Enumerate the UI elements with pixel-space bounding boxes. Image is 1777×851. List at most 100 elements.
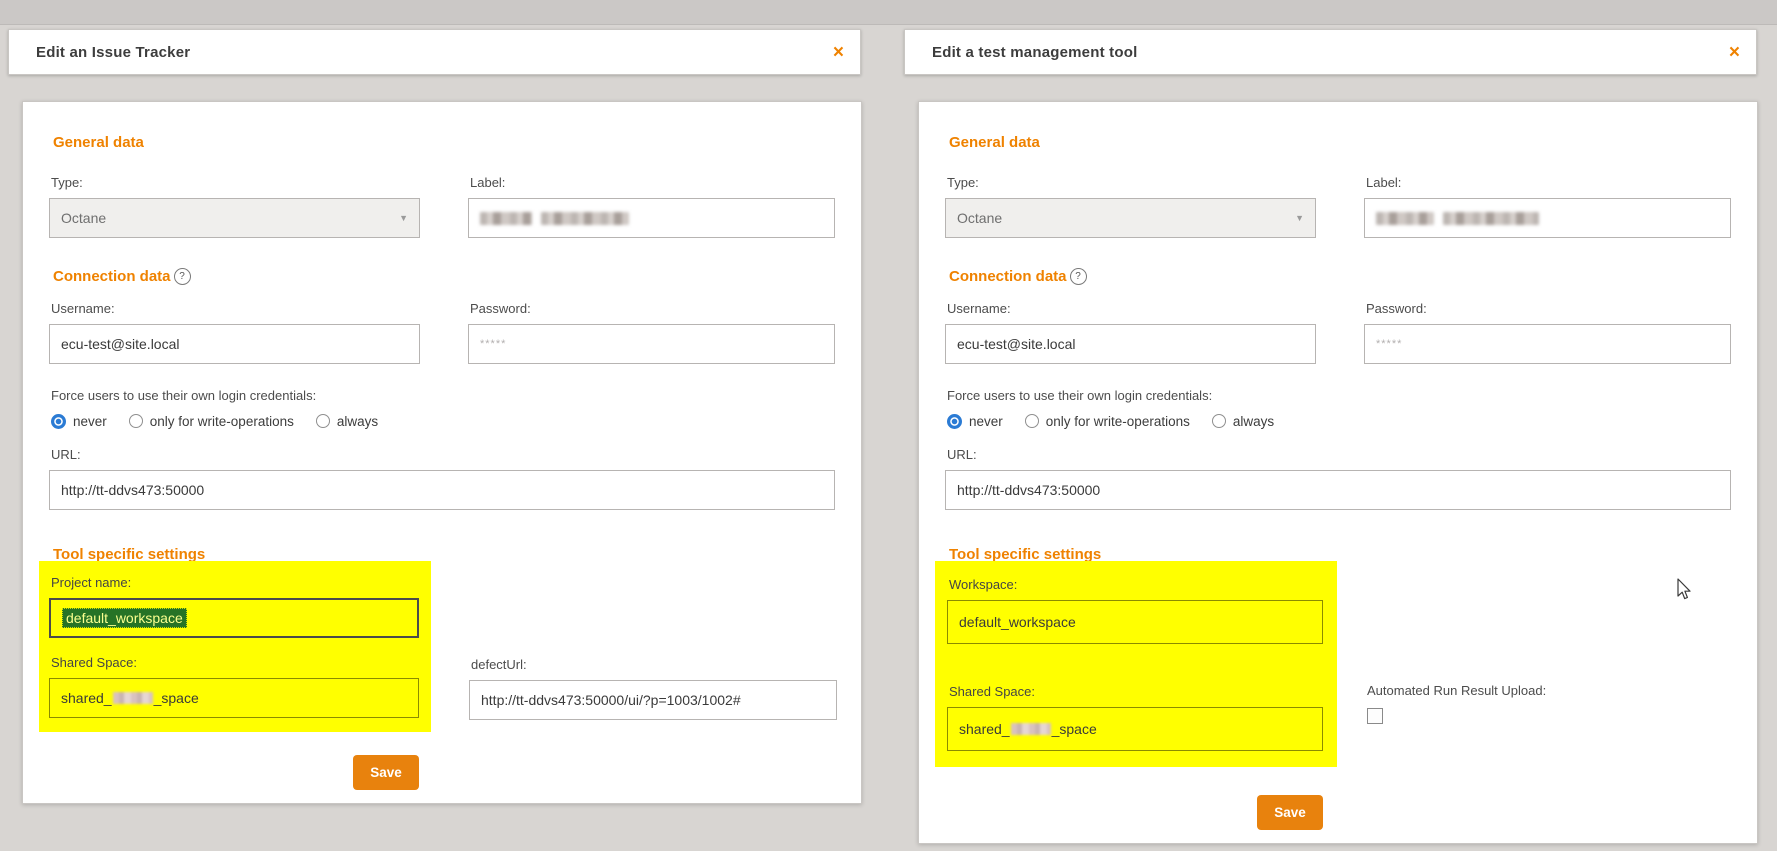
redacted-text — [1376, 212, 1434, 225]
redacted-text — [1443, 212, 1539, 225]
chevron-down-icon: ▼ — [399, 213, 408, 223]
label-input[interactable] — [468, 198, 835, 238]
project-name-value-selected: default_workspace — [62, 608, 187, 628]
defecturl-value: http://tt-ddvs473:50000/ui/?p=1003/1002# — [481, 692, 741, 708]
force-credentials-radio-group: never only for write-operations always — [947, 413, 1731, 429]
redacted-text — [541, 212, 629, 225]
redacted-text — [480, 212, 532, 225]
url-input[interactable]: http://tt-ddvs473:50000 — [945, 470, 1731, 510]
type-label: Type: — [51, 175, 420, 191]
label-label: Label: — [470, 175, 835, 191]
connection-data-heading: Connection data ? — [949, 268, 1731, 285]
label-input[interactable] — [1364, 198, 1731, 238]
workspace-input[interactable]: default_workspace — [947, 600, 1323, 644]
username-value: ecu-test@site.local — [61, 336, 179, 352]
connection-data-heading-text: Connection data — [53, 268, 171, 285]
save-button[interactable]: Save — [353, 755, 419, 790]
url-label: URL: — [947, 447, 1731, 463]
redacted-text — [1011, 723, 1051, 735]
dialog-body: General data Type: Octane ▼ Label: — [918, 101, 1758, 844]
shared-space-prefix: shared_ — [959, 721, 1010, 737]
radio-label: never — [73, 414, 107, 429]
radio-icon — [1025, 414, 1039, 428]
connection-data-heading: Connection data ? — [53, 268, 835, 285]
username-input[interactable]: ecu-test@site.local — [49, 324, 420, 364]
edit-test-management-tool-dialog: Edit a test management tool × General da… — [904, 29, 1757, 844]
desktop-background: Edit an Issue Tracker × General data Typ… — [0, 0, 1777, 851]
chevron-down-icon: ▼ — [1295, 213, 1304, 223]
highlight-block: Project name: default_workspace Shared S… — [39, 561, 431, 732]
shared-space-label: Shared Space: — [51, 655, 421, 671]
automated-run-result-upload-label: Automated Run Result Upload: — [1367, 683, 1733, 699]
url-value: http://tt-ddvs473:50000 — [957, 482, 1100, 498]
password-label: Password: — [470, 301, 835, 317]
general-data-heading: General data — [949, 134, 1731, 151]
radio-selected-icon — [947, 414, 962, 429]
dialog-title: Edit a test management tool — [932, 44, 1137, 61]
dialog-body: General data Type: Octane ▼ Label: — [22, 101, 862, 804]
url-label: URL: — [51, 447, 835, 463]
shared-space-input[interactable]: shared_ _space — [49, 678, 419, 718]
url-input[interactable]: http://tt-ddvs473:50000 — [49, 470, 835, 510]
password-label: Password: — [1366, 301, 1731, 317]
radio-never[interactable]: never — [51, 414, 107, 429]
radio-always[interactable]: always — [1212, 414, 1274, 429]
password-input[interactable]: ***** — [468, 324, 835, 364]
password-placeholder: ***** — [480, 338, 506, 350]
radio-icon — [1212, 414, 1226, 428]
redacted-text — [113, 692, 153, 704]
password-placeholder: ***** — [1376, 338, 1402, 350]
force-credentials-label: Force users to use their own login crede… — [947, 388, 1731, 404]
shared-space-input[interactable]: shared_ _space — [947, 707, 1323, 751]
radio-label: never — [969, 414, 1003, 429]
type-select: Octane ▼ — [49, 198, 420, 238]
project-name-label: Project name: — [51, 575, 421, 591]
radio-icon — [129, 414, 143, 428]
username-input[interactable]: ecu-test@site.local — [945, 324, 1316, 364]
type-select: Octane ▼ — [945, 198, 1316, 238]
radio-label: always — [1233, 414, 1274, 429]
radio-icon — [316, 414, 330, 428]
help-icon[interactable]: ? — [1070, 268, 1087, 285]
workspace-value: default_workspace — [959, 614, 1076, 630]
dialog-header: Edit an Issue Tracker × — [8, 29, 861, 75]
password-input[interactable]: ***** — [1364, 324, 1731, 364]
help-icon[interactable]: ? — [174, 268, 191, 285]
url-value: http://tt-ddvs473:50000 — [61, 482, 204, 498]
mouse-cursor — [1676, 578, 1692, 602]
radio-label: only for write-operations — [150, 414, 294, 429]
shared-space-label: Shared Space: — [949, 684, 1325, 700]
username-value: ecu-test@site.local — [957, 336, 1075, 352]
shared-space-prefix: shared_ — [61, 690, 112, 706]
close-icon[interactable]: × — [1729, 43, 1740, 62]
shared-space-suffix: _space — [1052, 721, 1097, 737]
defecturl-input[interactable]: http://tt-ddvs473:50000/ui/?p=1003/1002# — [469, 680, 837, 720]
radio-never[interactable]: never — [947, 414, 1003, 429]
connection-data-heading-text: Connection data — [949, 268, 1067, 285]
username-label: Username: — [51, 301, 420, 317]
username-label: Username: — [947, 301, 1316, 317]
radio-always[interactable]: always — [316, 414, 378, 429]
type-value: Octane — [957, 210, 1002, 226]
automated-run-result-upload-checkbox[interactable] — [1367, 708, 1383, 724]
shared-space-suffix: _space — [154, 690, 199, 706]
top-strip — [0, 0, 1777, 25]
project-name-input[interactable]: default_workspace — [49, 598, 419, 638]
defecturl-label: defectUrl: — [471, 657, 837, 673]
label-label: Label: — [1366, 175, 1731, 191]
type-label: Type: — [947, 175, 1316, 191]
close-icon[interactable]: × — [833, 43, 844, 62]
radio-only-write-operations[interactable]: only for write-operations — [129, 414, 294, 429]
highlight-block: Workspace: default_workspace Shared Spac… — [935, 561, 1337, 767]
dialog-header: Edit a test management tool × — [904, 29, 1757, 75]
dialog-title: Edit an Issue Tracker — [36, 44, 190, 61]
type-value: Octane — [61, 210, 106, 226]
radio-only-write-operations[interactable]: only for write-operations — [1025, 414, 1190, 429]
general-data-heading: General data — [53, 134, 835, 151]
workspace-label: Workspace: — [949, 577, 1325, 593]
save-button[interactable]: Save — [1257, 795, 1323, 830]
force-credentials-radio-group: never only for write-operations always — [51, 413, 835, 429]
radio-label: only for write-operations — [1046, 414, 1190, 429]
edit-issue-tracker-dialog: Edit an Issue Tracker × General data Typ… — [8, 29, 861, 804]
radio-selected-icon — [51, 414, 66, 429]
